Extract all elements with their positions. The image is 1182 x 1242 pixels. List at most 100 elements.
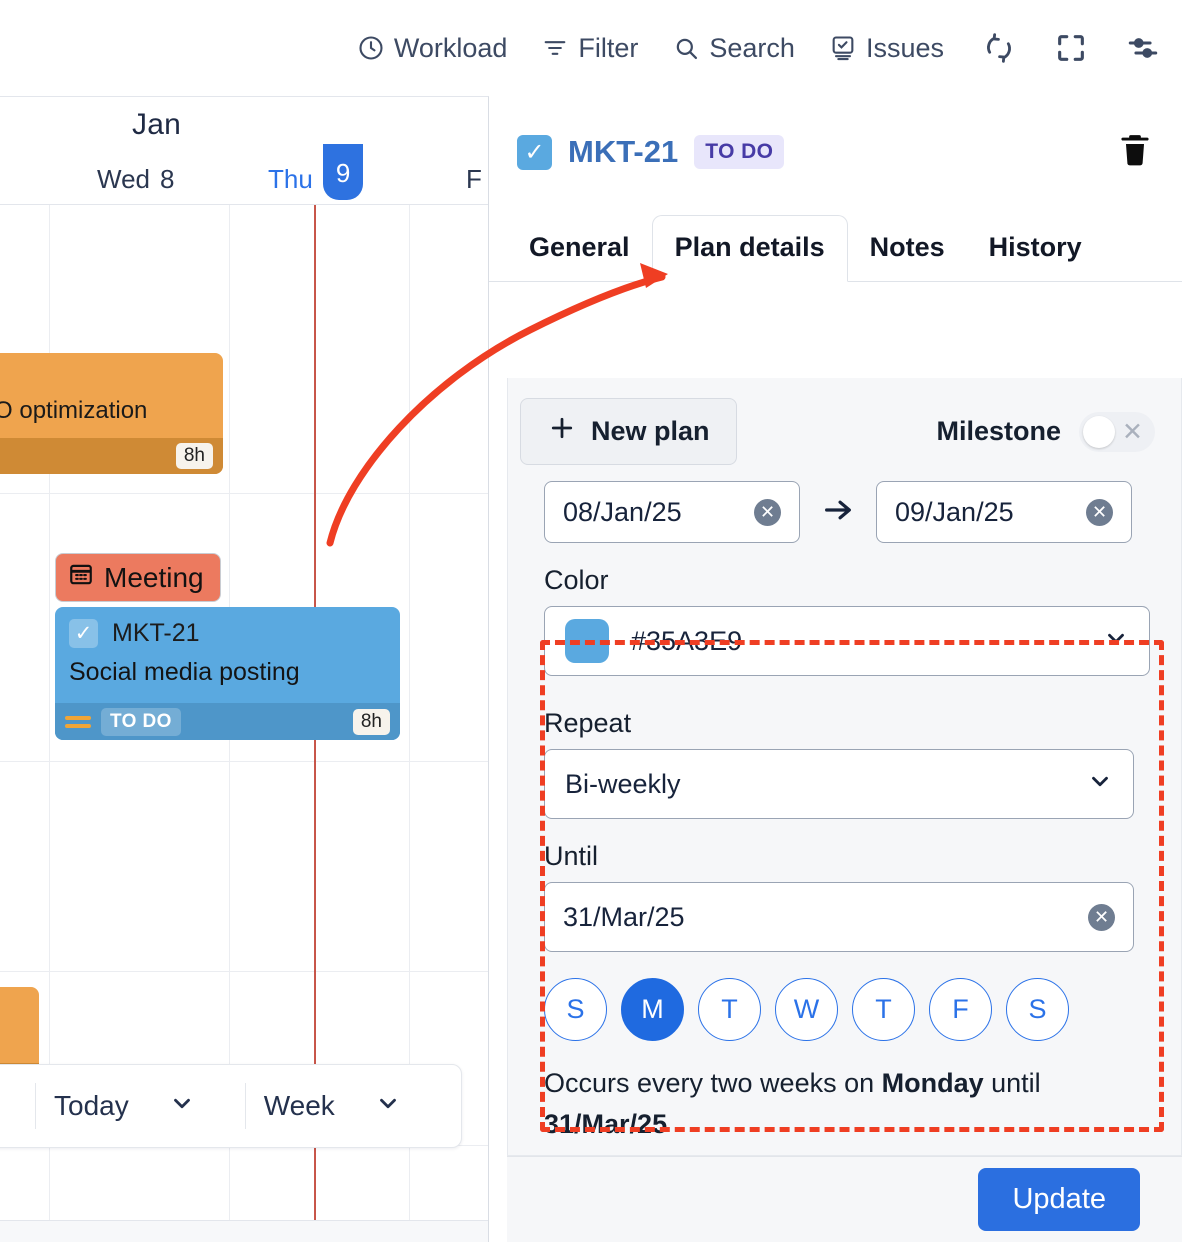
top-toolbar: Workload Filter Search Issues xyxy=(0,0,1182,96)
milestone-control: Milestone ✕ xyxy=(936,411,1155,452)
toolbar-item-filter[interactable]: Filter xyxy=(541,33,638,64)
chevron-down-icon xyxy=(1087,768,1113,801)
dow-friday[interactable]: F xyxy=(929,978,992,1041)
dow-sunday[interactable]: S xyxy=(544,978,607,1041)
panel-footer: Update xyxy=(507,1156,1182,1242)
plan-form: 08/Jan/25 ✕ 09/Jan/25 ✕ Color #35A3E9 Re… xyxy=(508,481,1181,1162)
dow-saturday[interactable]: S xyxy=(1006,978,1069,1041)
chevron-down-icon xyxy=(1103,625,1129,658)
calendar-bottom-strip xyxy=(0,1220,488,1242)
day-weekday: F xyxy=(466,163,482,194)
dow-monday[interactable]: M xyxy=(621,978,684,1041)
event-footer: TO DO 8h xyxy=(55,703,400,740)
issues-icon xyxy=(829,34,857,62)
date-range-arrow-icon xyxy=(818,493,858,532)
repeat-section: Repeat Bi-weekly Until 31/Mar/25 ✕ S M T xyxy=(544,682,1169,1162)
event-title-overflow: S xyxy=(0,363,209,395)
event-footer: 8h xyxy=(0,437,223,474)
priority-icon xyxy=(65,715,91,728)
dow-thursday[interactable]: T xyxy=(852,978,915,1041)
calendar-event-mkt21[interactable]: ✓ MKT-21 Social media posting TO DO 8h xyxy=(55,607,400,740)
calendar-day-header-thu[interactable]: Thu 9 xyxy=(268,144,364,205)
refresh-icon[interactable] xyxy=(982,31,1016,65)
calendar-panel: Jan Wed 8 Thu 9 F S EO optimization xyxy=(0,96,489,1242)
event-body: ✓ MKT-21 Social media posting xyxy=(55,607,400,703)
search-icon xyxy=(672,34,700,62)
summary-middle: until xyxy=(983,1068,1041,1098)
trash-icon[interactable] xyxy=(1116,131,1154,174)
event-hours-badge: 8h xyxy=(175,442,213,469)
calendar-today-dropdown[interactable]: Today xyxy=(35,1083,213,1129)
milestone-label: Milestone xyxy=(936,416,1061,446)
plan-details-body: New plan Milestone ✕ 08/Jan/25 ✕ 09/Jan/… xyxy=(507,378,1182,1156)
calendar-week-dropdown[interactable]: Week xyxy=(244,1083,419,1129)
day-number-today: 9 xyxy=(322,144,364,200)
calendar-month-label: Jan xyxy=(132,108,181,141)
event-status-badge: TO DO xyxy=(101,707,181,736)
repeat-label: Repeat xyxy=(544,708,632,738)
dow-wednesday[interactable]: W xyxy=(775,978,838,1041)
clear-circle-icon[interactable]: ✕ xyxy=(754,498,781,526)
calendar-meeting-chip[interactable]: Meeting xyxy=(55,553,221,602)
event-key: MKT-21 xyxy=(112,619,200,647)
new-plan-label: New plan xyxy=(591,416,710,446)
color-swatch xyxy=(565,619,609,663)
toolbar-item-issues-label: Issues xyxy=(865,32,944,63)
tab-general[interactable]: General xyxy=(507,232,652,281)
clear-circle-icon[interactable]: ✕ xyxy=(1086,498,1113,526)
calendar-week-label: Week xyxy=(263,1090,335,1121)
day-number: 8 xyxy=(160,163,175,194)
repeat-value: Bi-weekly xyxy=(565,768,681,799)
tab-plan-details[interactable]: Plan details xyxy=(651,215,848,282)
calendar-icon xyxy=(68,561,94,594)
until-date-input[interactable]: 31/Mar/25 ✕ xyxy=(544,882,1134,952)
calendar-day-headers: Wed 8 Thu 9 F xyxy=(0,144,488,205)
fullscreen-icon[interactable] xyxy=(1054,31,1088,65)
end-date-input[interactable]: 09/Jan/25 ✕ xyxy=(876,481,1132,543)
day-weekday: Wed xyxy=(97,163,150,194)
status-badge: TO DO xyxy=(694,135,785,169)
update-button[interactable]: Update xyxy=(978,1168,1140,1231)
event-checkbox-icon[interactable]: ✓ xyxy=(69,619,98,648)
settings-sliders-icon[interactable] xyxy=(1126,31,1160,65)
until-label: Until xyxy=(544,841,599,871)
summary-prefix: Occurs every two weeks on xyxy=(544,1068,882,1098)
toolbar-item-issues[interactable]: Issues xyxy=(829,33,944,64)
event-hours-badge: 8h xyxy=(352,708,390,735)
start-date-input[interactable]: 08/Jan/25 ✕ xyxy=(544,481,800,543)
toggle-knob xyxy=(1083,415,1115,448)
toolbar-item-workload[interactable]: Workload xyxy=(357,33,507,64)
color-select[interactable]: #35A3E9 xyxy=(544,606,1150,676)
calendar-day-header-wed[interactable]: Wed 8 xyxy=(97,153,174,205)
repeat-select[interactable]: Bi-weekly xyxy=(544,749,1134,819)
calendar-event-seo[interactable]: S EO optimization 8h xyxy=(0,353,223,474)
panel-header: ✓ MKT-21 TO DO xyxy=(489,96,1182,208)
toggle-off-mark: ✕ xyxy=(1122,417,1143,446)
task-checkbox-icon[interactable]: ✓ xyxy=(517,134,552,170)
dow-tuesday[interactable]: T xyxy=(698,978,761,1041)
clock-icon xyxy=(357,34,385,62)
end-date-value: 09/Jan/25 xyxy=(895,496,1014,527)
clear-circle-icon[interactable]: ✕ xyxy=(1088,903,1115,931)
toolbar-item-filter-label: Filter xyxy=(578,32,639,63)
grid-line xyxy=(0,761,488,762)
toolbar-item-search[interactable]: Search xyxy=(672,33,795,64)
day-of-week-selector: S M T W T F S xyxy=(544,978,1169,1041)
calendar-day-header-fri[interactable]: F xyxy=(466,153,482,205)
calendar-today-label: Today xyxy=(54,1090,129,1121)
start-date-value: 08/Jan/25 xyxy=(563,496,682,527)
plan-toolbar-row: New plan Milestone ✕ xyxy=(508,378,1181,481)
tab-notes[interactable]: Notes xyxy=(848,232,967,281)
milestone-toggle[interactable]: ✕ xyxy=(1079,411,1155,452)
day-weekday: Thu xyxy=(268,163,313,194)
new-plan-button[interactable]: New plan xyxy=(520,398,737,465)
chevron-down-icon xyxy=(169,1090,195,1123)
tab-history[interactable]: History xyxy=(967,232,1104,281)
event-title: Social media posting xyxy=(69,658,300,686)
recurrence-summary: Occurs every two weeks on Monday until 3… xyxy=(544,1063,1099,1144)
calendar-grid: S EO optimization 8h Meeting ✓ MKT- xyxy=(0,205,488,1242)
task-key: MKT-21 xyxy=(568,134,679,169)
event-body: S EO optimization xyxy=(0,353,223,438)
meeting-chip-label: Meeting xyxy=(104,561,204,593)
event-title: EO optimization xyxy=(0,397,148,425)
